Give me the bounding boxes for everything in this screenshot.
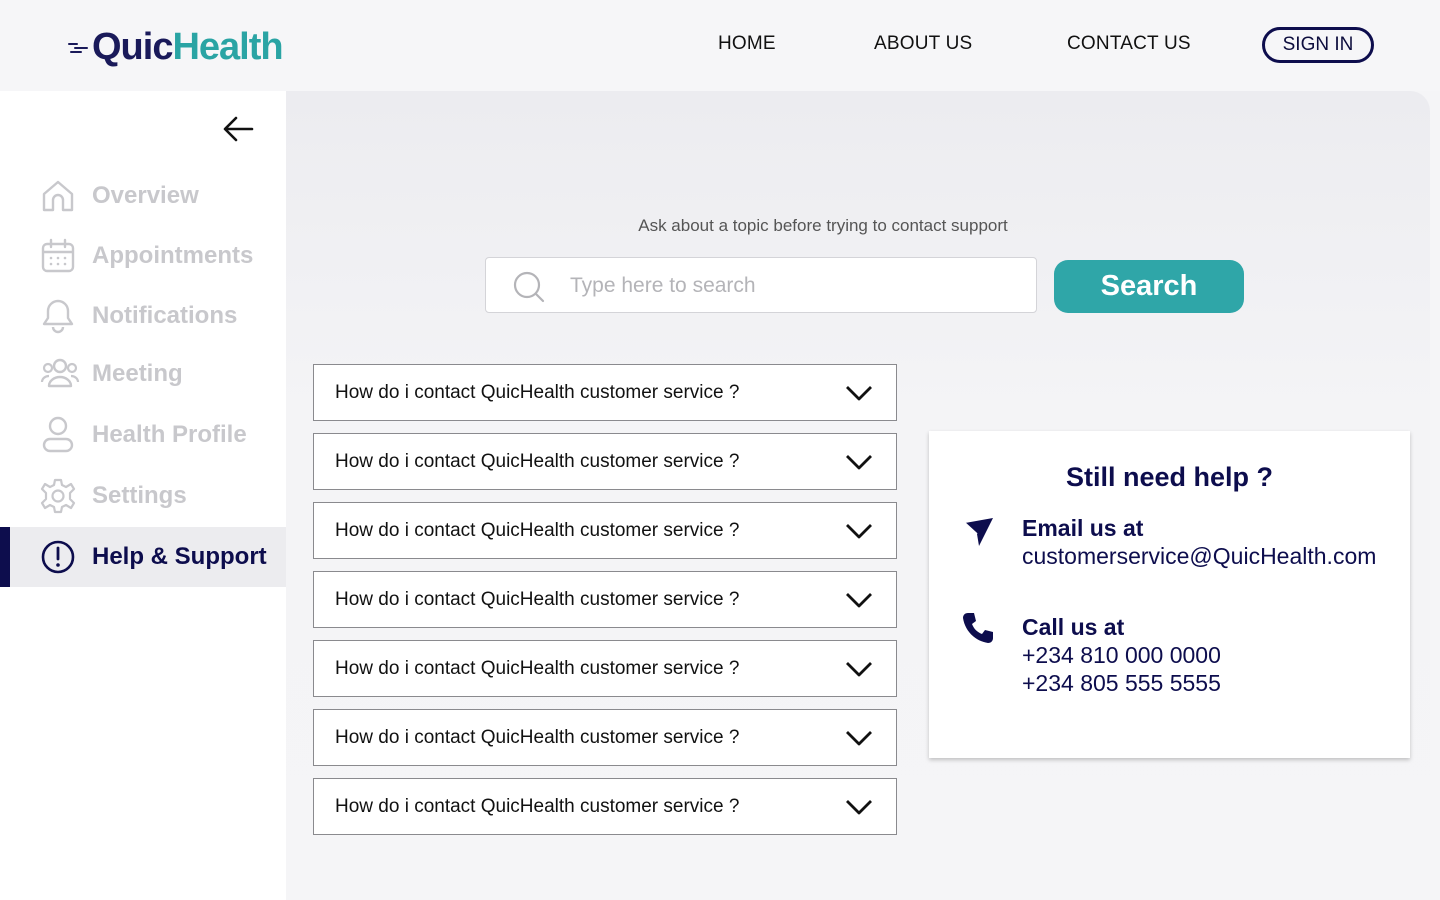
faq-question: How do i contact QuicHealth customer ser…	[335, 727, 740, 748]
help-card-title: Still need help ?	[1065, 462, 1274, 492]
call-heading: Call us at	[1022, 614, 1125, 640]
sidebar-item-notifications[interactable]: Notifications	[0, 286, 286, 346]
sidebar-item-health-profile[interactable]: Health Profile	[0, 405, 286, 465]
faq-item[interactable]: How do i contact QuicHealth customer ser…	[313, 709, 897, 766]
chevron-down-icon[interactable]	[844, 589, 874, 611]
chevron-down-icon[interactable]	[844, 727, 874, 749]
send-icon	[964, 518, 993, 546]
sidebar-item-overview[interactable]: Overview	[0, 166, 286, 226]
home-icon	[42, 180, 74, 212]
arrow-left-icon[interactable]	[222, 115, 254, 143]
faq-question: How do i contact QuicHealth customer ser…	[335, 520, 740, 541]
sidebar-item-settings[interactable]: Settings	[0, 466, 286, 526]
support-email-link[interactable]: customerservice@QuicHealth.com	[1022, 543, 1376, 570]
alert-circle-icon	[41, 540, 75, 574]
top-header: Quic Health HOME ABOUT US CONTACT US SIGN…	[0, 0, 1440, 91]
faq-item[interactable]: How do i contact QuicHealth customer ser…	[313, 778, 897, 835]
search-box[interactable]	[485, 257, 1037, 313]
sidebar-item-label: Health Profile	[92, 421, 247, 448]
active-indicator	[0, 527, 10, 587]
email-heading: Email us at	[1022, 515, 1144, 541]
faq-question: How do i contact QuicHealth customer ser…	[335, 589, 740, 610]
chevron-down-icon[interactable]	[844, 382, 874, 404]
faq-question: How do i contact QuicHealth customer ser…	[335, 451, 740, 472]
faq-item[interactable]: How do i contact QuicHealth customer ser…	[313, 502, 897, 559]
chevron-down-icon[interactable]	[844, 520, 874, 542]
bell-icon	[42, 299, 74, 334]
gear-icon	[40, 478, 76, 514]
faq-item[interactable]: How do i contact QuicHealth customer ser…	[313, 433, 897, 490]
sidebar-item-label: Overview	[92, 182, 199, 209]
nav-home[interactable]: HOME	[718, 33, 776, 55]
chevron-down-icon[interactable]	[844, 658, 874, 680]
phone-number-2[interactable]: +234 805 555 5555	[1022, 670, 1221, 697]
phone-icon	[963, 613, 993, 643]
faq-item[interactable]: How do i contact QuicHealth customer ser…	[313, 571, 897, 628]
users-icon	[40, 358, 80, 388]
faq-item[interactable]: How do i contact QuicHealth customer ser…	[313, 640, 897, 697]
logo-text-quic: Quic	[92, 25, 173, 68]
logo-text-health: Health	[172, 25, 283, 68]
sidebar-item-label: Settings	[92, 482, 187, 509]
main-content: Ask about a topic before trying to conta…	[286, 91, 1430, 900]
still-need-help-card: Still need help ? Email us at customerse…	[929, 431, 1410, 758]
sidebar-item-label: Meeting	[92, 360, 183, 387]
sidebar-item-label: Appointments	[92, 242, 254, 269]
speed-lines-icon	[66, 37, 92, 57]
sign-in-button[interactable]: SIGN IN	[1262, 27, 1374, 63]
faq-question: How do i contact QuicHealth customer ser…	[335, 796, 740, 817]
sidebar: Overview Appointments Notifications Meet…	[0, 91, 286, 900]
faq-item[interactable]: How do i contact QuicHealth customer ser…	[313, 364, 897, 421]
user-icon	[42, 416, 74, 453]
chevron-down-icon[interactable]	[844, 796, 874, 818]
phone-number-1[interactable]: +234 810 000 0000	[1022, 642, 1221, 669]
sidebar-item-meeting[interactable]: Meeting	[0, 344, 286, 404]
sidebar-item-help-support[interactable]: Help & Support	[0, 527, 286, 587]
search-button[interactable]: Search	[1054, 260, 1244, 313]
faq-question: How do i contact QuicHealth customer ser…	[335, 658, 740, 679]
chevron-down-icon[interactable]	[844, 451, 874, 473]
nav-contact-us[interactable]: CONTACT US	[1067, 33, 1191, 55]
quichealth-logo[interactable]: Quic Health	[66, 24, 284, 70]
search-prompt: Ask about a topic before trying to conta…	[638, 216, 1008, 235]
sidebar-item-label: Notifications	[92, 302, 238, 329]
search-input[interactable]	[570, 268, 1010, 304]
nav-about-us[interactable]: ABOUT US	[874, 33, 972, 55]
sidebar-item-appointments[interactable]: Appointments	[0, 226, 286, 286]
search-icon	[513, 271, 545, 303]
calendar-icon	[41, 238, 75, 273]
faq-question: How do i contact QuicHealth customer ser…	[335, 382, 740, 403]
sidebar-item-label: Help & Support	[92, 543, 267, 570]
